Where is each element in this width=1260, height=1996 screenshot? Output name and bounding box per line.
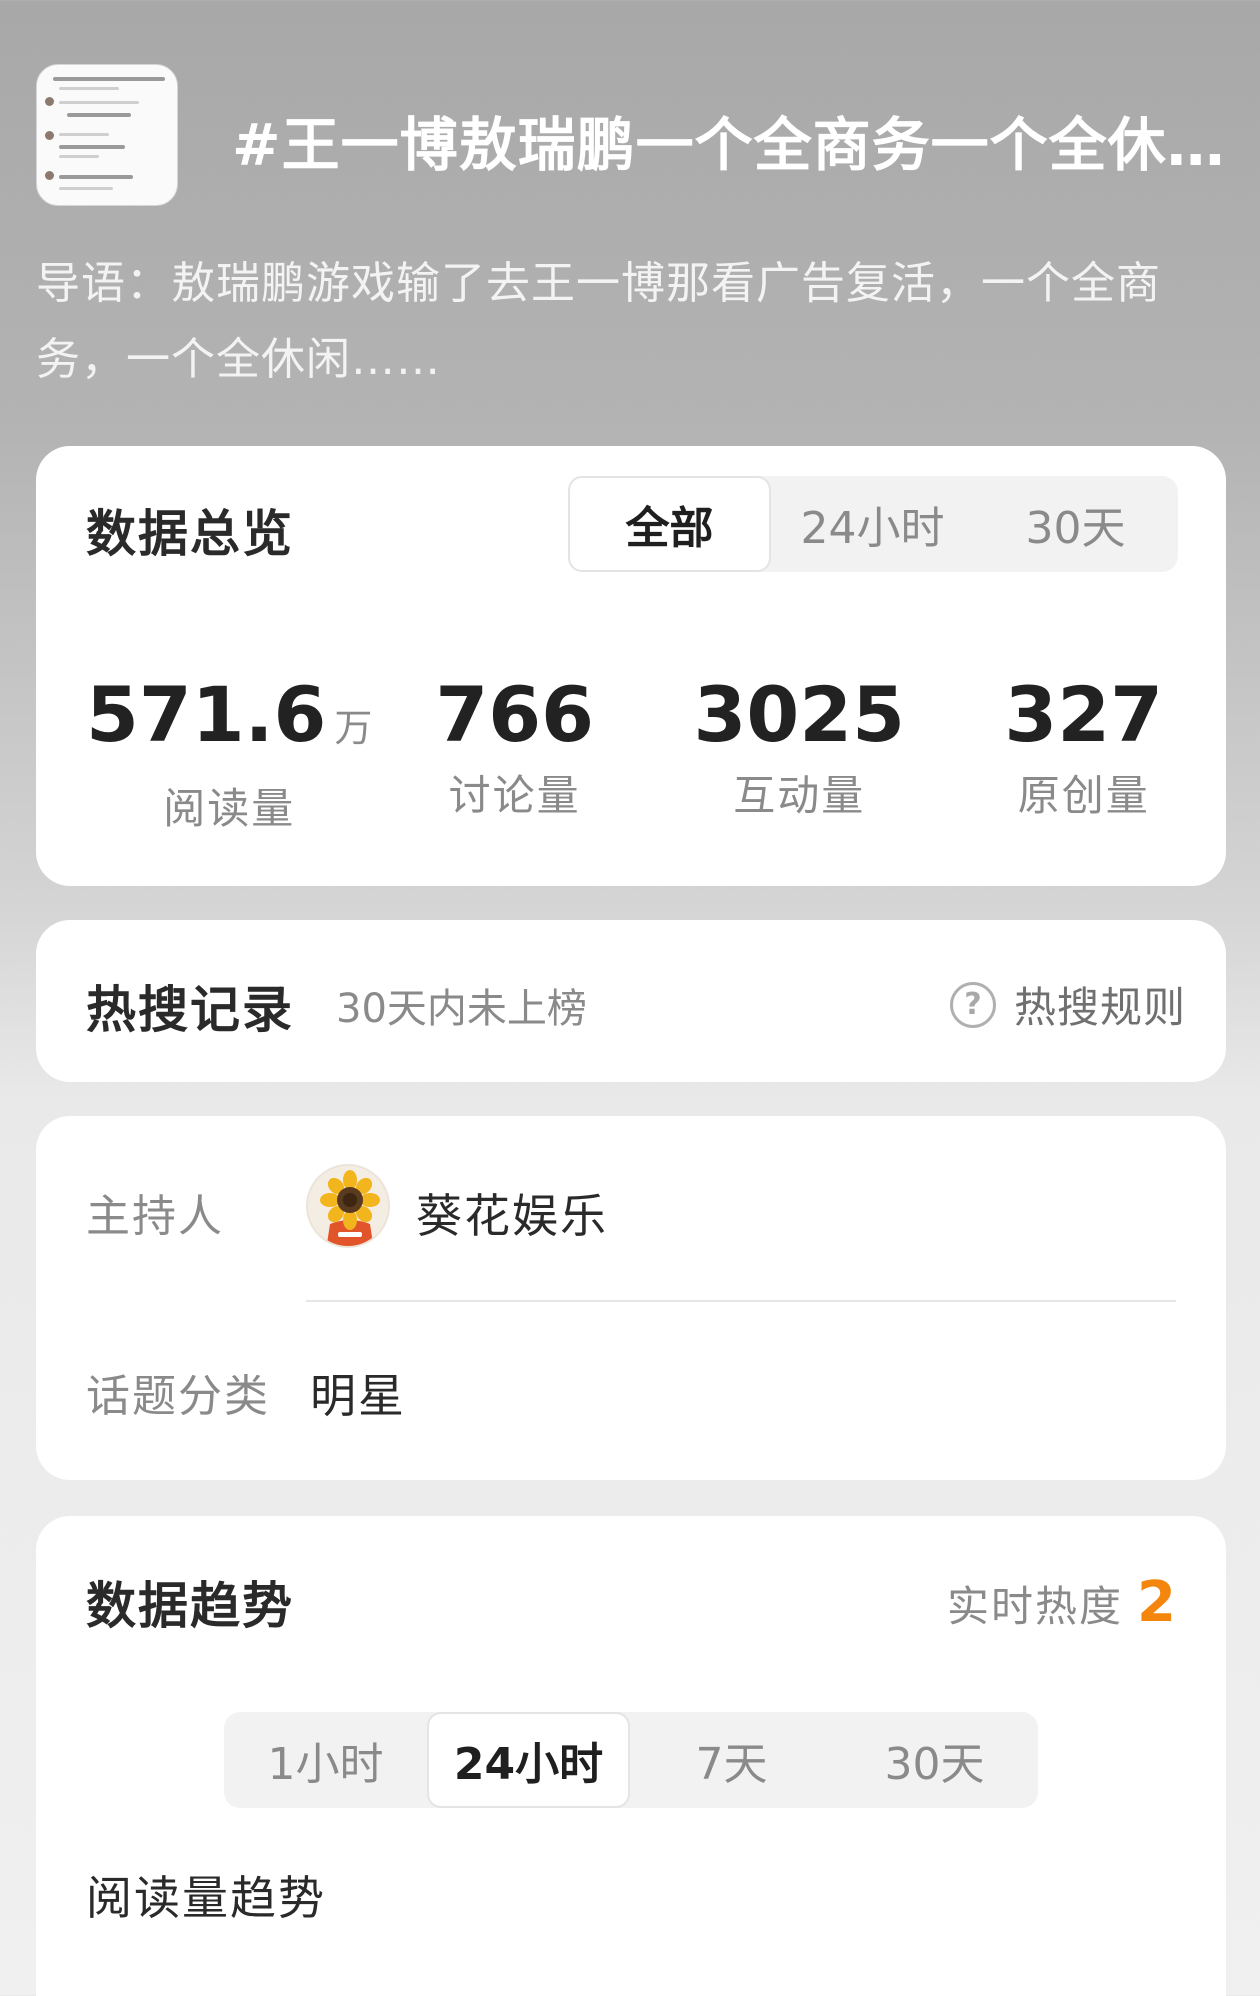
stat-value: 571.6 万	[86, 670, 372, 773]
thumbnail-line	[59, 187, 113, 190]
tab-1h[interactable]: 1小时	[224, 1712, 427, 1808]
stat-number: 3025	[693, 670, 905, 759]
tab-all[interactable]: 全部	[568, 476, 771, 572]
stat-label: 原创量	[1017, 771, 1150, 820]
trend-title: 数据趋势	[86, 1577, 294, 1635]
stat-discussions: 766 讨论量	[372, 670, 657, 836]
host-avatar[interactable]	[306, 1164, 390, 1248]
host-label: 主持人	[86, 1191, 224, 1242]
stat-originals: 327 原创量	[941, 670, 1226, 836]
category-label: 话题分类	[86, 1371, 270, 1422]
stat-number: 327	[1004, 670, 1164, 759]
thumbnail-line	[59, 175, 133, 179]
thumbnail-line	[59, 133, 109, 136]
overview-stats: 571.6 万 阅读量 766 讨论量 3025 互动量 327 原创量	[36, 670, 1226, 836]
tab-30d[interactable]: 30天	[833, 1712, 1036, 1808]
topic-title: #王一博敖瑞鹏一个全商务一个全休闲#	[232, 111, 1232, 179]
stat-label: 讨论量	[448, 771, 581, 820]
realtime-heat: 实时热度 2	[947, 1570, 1176, 1635]
tab-24h[interactable]: 24小时	[427, 1712, 630, 1808]
topic-thumbnail[interactable]	[36, 64, 178, 206]
read-trend-section-title: 阅读量趋势	[86, 1871, 326, 1925]
thumbnail-line	[59, 87, 119, 90]
thumbnail-line	[59, 145, 125, 149]
realtime-heat-value: 2	[1137, 1570, 1176, 1635]
data-trend-card: 数据趋势 实时热度 2 1小时 24小时 7天 30天 阅读量趋势	[36, 1516, 1226, 1996]
thumbnail-line	[59, 155, 99, 158]
tab-7d[interactable]: 7天	[630, 1712, 833, 1808]
hot-search-rules-label: 热搜规则	[1013, 983, 1186, 1032]
tab-30d[interactable]: 30天	[974, 476, 1177, 572]
overview-title: 数据总览	[86, 505, 294, 563]
topic-intro: 导语：敖瑞鹏游戏输了去王一博那看广告复活，一个全商务，一个全休闲……	[36, 258, 1161, 385]
overview-range-tabs: 全部 24小时 30天	[568, 476, 1178, 572]
hot-search-title: 热搜记录	[86, 981, 294, 1039]
stat-number: 766	[435, 670, 595, 759]
stat-label: 阅读量	[163, 784, 296, 833]
divider	[306, 1300, 1176, 1302]
tab-24h[interactable]: 24小时	[771, 476, 974, 572]
trend-range-tabs: 1小时 24小时 7天 30天	[224, 1712, 1038, 1808]
stat-label: 互动量	[733, 771, 866, 820]
hot-search-status: 30天内未上榜	[336, 986, 587, 1032]
topic-header: #王一博敖瑞鹏一个全商务一个全休闲#	[36, 64, 1232, 214]
hot-search-rules-link[interactable]: ? 热搜规则	[949, 974, 1186, 1035]
thumbnail-avatar	[45, 131, 54, 140]
thumbnail-line	[59, 101, 139, 104]
thumbnail-avatar	[45, 97, 54, 106]
thumbnail-line	[53, 77, 165, 81]
stat-unit: 万	[334, 706, 373, 750]
host-name[interactable]: 葵花娱乐	[416, 1180, 608, 1246]
realtime-heat-label: 实时热度	[947, 1582, 1124, 1631]
sunflower-avatar-icon	[308, 1166, 388, 1246]
thumbnail-line	[67, 113, 131, 117]
stat-number: 571.6	[86, 670, 327, 759]
category-value: 明星	[310, 1369, 406, 1423]
host-info-card: 主持人 葵花娱乐 话题分类 明星	[36, 1116, 1226, 1480]
stat-reads: 571.6 万 阅读量	[86, 670, 372, 836]
question-circle-icon: ?	[949, 981, 996, 1028]
hot-search-card: 热搜记录 30天内未上榜 ? 热搜规则	[36, 920, 1226, 1082]
thumbnail-avatar	[45, 171, 54, 180]
data-overview-card: 数据总览 全部 24小时 30天 571.6 万 阅读量 766 讨论量 3025…	[36, 446, 1226, 886]
stat-interactions: 3025 互动量	[657, 670, 942, 836]
